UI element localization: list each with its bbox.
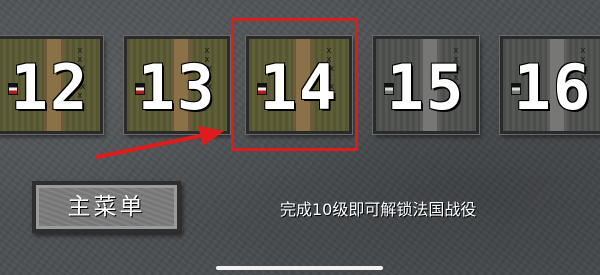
level-13-tile[interactable]: x x x x x x 13	[124, 36, 230, 134]
level-15-tile: x x x x x x 15	[373, 36, 479, 134]
level-number: 15	[386, 51, 466, 124]
level-number: 16	[513, 51, 593, 124]
level-12-tile[interactable]: x x x x x x 12	[0, 36, 103, 134]
level-number: 13	[137, 51, 217, 124]
home-indicator-bar[interactable]	[216, 266, 383, 270]
main-menu-button[interactable]: 主菜单	[32, 181, 181, 233]
selection-highlight-frame	[231, 18, 358, 151]
level-number: 12	[10, 51, 90, 124]
level-16-tile: x x x x x x 16	[500, 36, 600, 134]
unlock-hint-text: 完成10级即可解锁法国战役	[280, 200, 477, 219]
